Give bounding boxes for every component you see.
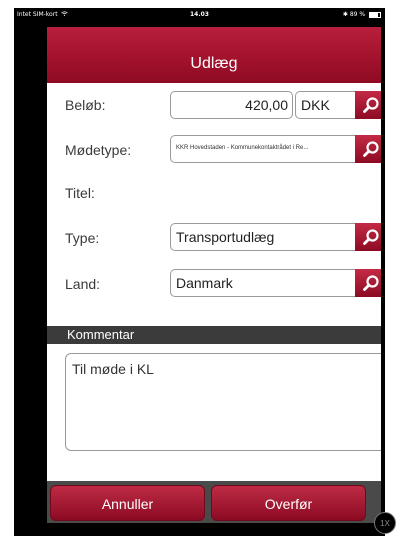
battery-text: 89 % (349, 11, 366, 18)
country-search-button[interactable] (355, 269, 381, 297)
comment-textarea[interactable]: Til møde i KL (65, 353, 381, 451)
country-label: Land: (65, 276, 101, 292)
comment-section-label: Kommentar (67, 327, 135, 342)
battery-icon (369, 11, 381, 18)
transfer-button[interactable]: Overfør (211, 485, 366, 521)
type-field[interactable]: Transportudlæg (170, 223, 355, 251)
type-label: Type: (65, 230, 100, 246)
country-field[interactable]: Danmark (170, 269, 355, 297)
meeting-type-search-button[interactable] (355, 135, 381, 163)
scale-badge[interactable]: 1X (374, 512, 396, 534)
search-icon (363, 229, 379, 245)
dialog-header: Udlæg (47, 27, 381, 83)
expense-dialog: Udlæg Beløb: 420,00 DKK Mødetype: KKR Ho… (47, 27, 381, 523)
search-icon (363, 97, 379, 113)
device-screen: Intet SIM-kort 14.03 ✱ 89 % Udlæg Beløb:… (14, 8, 385, 536)
comment-section-header: Kommentar (47, 326, 381, 344)
currency-search-button[interactable] (355, 91, 381, 119)
comment-value: Til møde i KL (72, 361, 154, 377)
currency-value: DKK (301, 97, 330, 113)
dialog-title: Udlæg (190, 55, 238, 72)
amount-label: Beløb: (65, 97, 106, 113)
meeting-type-label: Mødetype: (65, 142, 132, 158)
status-right: ✱ 89 % (343, 11, 381, 18)
type-value: Transportudlæg (176, 229, 275, 245)
status-time: 14.03 (190, 11, 209, 18)
type-search-button[interactable] (355, 223, 381, 251)
dialog-footer: Annuller Overfør (47, 481, 381, 523)
currency-field[interactable]: DKK (295, 91, 355, 119)
bluetooth-icon: ✱ (342, 11, 348, 18)
amount-value: 420,00 (245, 97, 288, 113)
meeting-type-value: KKR Hovedstaden - Kommunekontaktrådet i … (176, 145, 309, 151)
status-bar: Intet SIM-kort 14.03 ✱ 89 % (14, 8, 385, 24)
cancel-button[interactable]: Annuller (50, 485, 205, 521)
country-value: Danmark (176, 275, 233, 291)
meeting-type-field[interactable]: KKR Hovedstaden - Kommunekontaktrådet i … (170, 135, 355, 163)
search-icon (363, 141, 379, 157)
amount-field[interactable]: 420,00 (170, 91, 293, 119)
search-icon (363, 275, 379, 291)
title-label: Titel: (65, 185, 95, 201)
